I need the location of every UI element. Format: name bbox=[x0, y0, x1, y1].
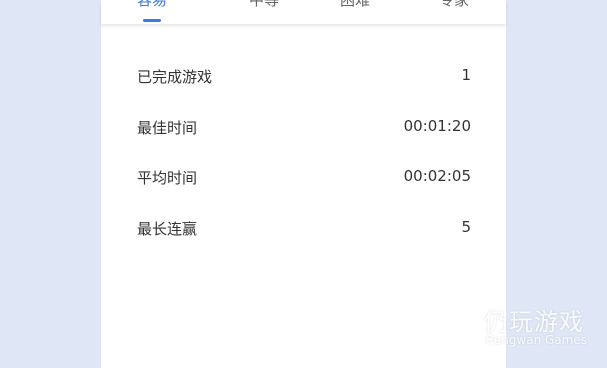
tab-medium[interactable]: 中等 bbox=[234, 0, 294, 12]
tab-hard[interactable]: 困难 bbox=[325, 0, 385, 12]
stat-value: 5 bbox=[461, 218, 471, 237]
difficulty-tabbar: 容易 中等 困难 专家 bbox=[101, 0, 506, 24]
watermark: 仍玩游戏 Rengwan Games bbox=[431, 302, 601, 350]
watermark-name: 仍玩游戏 bbox=[484, 308, 584, 336]
stat-value: 00:01:20 bbox=[403, 116, 471, 135]
watermark-subtitle: Rengwan Games bbox=[486, 333, 587, 347]
stat-label: 平均时间 bbox=[137, 169, 198, 188]
stat-row-longest-streak: 最长连赢 5 bbox=[101, 204, 506, 255]
stat-label: 最佳时间 bbox=[137, 118, 198, 137]
tab-expert[interactable]: 专家 bbox=[424, 0, 484, 12]
stat-row-games-completed: 已完成游戏 1 bbox=[101, 52, 506, 103]
watermark-logo-icon bbox=[433, 304, 473, 346]
stat-label: 最长连赢 bbox=[137, 220, 198, 239]
stat-row-best-time: 最佳时间 00:01:20 bbox=[101, 103, 506, 154]
stat-label: 已完成游戏 bbox=[137, 68, 213, 86]
active-tab-indicator bbox=[143, 19, 161, 22]
tab-easy[interactable]: 容易 bbox=[122, 0, 182, 12]
stat-value: 00:02:05 bbox=[403, 167, 471, 186]
stat-value: 1 bbox=[461, 66, 471, 84]
stats-list: 已完成游戏 1 最佳时间 00:01:20 平均时间 00:02:05 最长连赢… bbox=[101, 52, 506, 255]
stat-row-average-time: 平均时间 00:02:05 bbox=[101, 153, 506, 204]
